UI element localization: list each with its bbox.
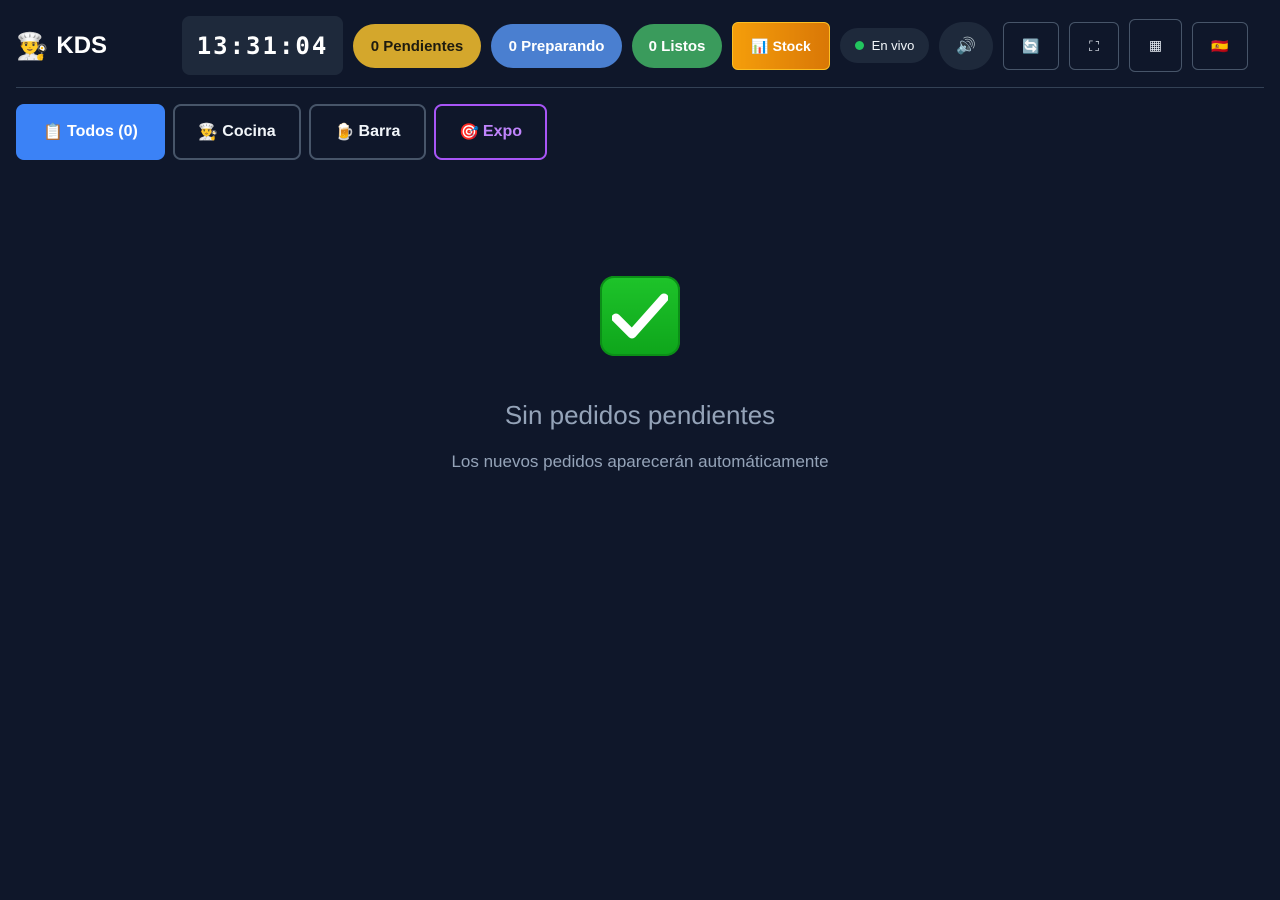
chef-icon: 👨‍🍳	[16, 31, 49, 61]
language-button[interactable]: 🇪🇸	[1192, 22, 1248, 70]
brand: 👨‍🍳 KDS	[16, 28, 107, 64]
stock-button[interactable]: 📊 Stock	[732, 22, 830, 70]
stock-label: Stock	[772, 38, 811, 54]
grid-view-button[interactable]: ▦	[1129, 19, 1182, 72]
empty-state-subtitle: Los nuevos pedidos aparecerán automática…	[451, 452, 829, 471]
tab-expo[interactable]: 🎯 Expo	[434, 104, 547, 160]
check-mark-icon	[600, 276, 680, 356]
live-label: En vivo	[871, 38, 915, 53]
chef-icon: 👨‍🍳	[198, 124, 219, 141]
target-icon: 🎯	[458, 124, 479, 141]
empty-state-title: Sin pedidos pendientes	[504, 400, 776, 430]
fullscreen-icon: ⛶	[1089, 37, 1099, 54]
clipboard-icon: 📋	[43, 124, 64, 141]
chart-icon: 📊	[751, 37, 769, 54]
sound-toggle-button[interactable]: 🔊	[939, 22, 993, 70]
beer-icon: 🍺	[334, 124, 355, 141]
refresh-icon: 🔄	[1022, 37, 1040, 54]
tab-all[interactable]: 📋 Todos (0)	[16, 104, 165, 160]
tab-kitchen[interactable]: 👨‍🍳 Cocina	[173, 104, 301, 160]
pending-counter-button[interactable]: 0 Pendientes	[353, 24, 481, 68]
fullscreen-button[interactable]: ⛶	[1069, 22, 1119, 70]
live-status-badge: En vivo	[840, 28, 929, 63]
preparing-counter-button[interactable]: 0 Preparando	[491, 24, 622, 68]
live-dot-icon	[854, 41, 864, 50]
refresh-button[interactable]: 🔄	[1003, 22, 1059, 70]
tab-all-label: Todos (0)	[67, 123, 138, 140]
ready-counter-button[interactable]: 0 Listos	[632, 24, 722, 68]
grid-icon: ▦	[1148, 37, 1163, 53]
speaker-icon: 🔊	[956, 38, 976, 55]
brand-title: KDS	[56, 32, 108, 59]
tab-expo-label: Expo	[482, 123, 523, 140]
clock: 13:31:04	[182, 16, 343, 75]
tab-bar[interactable]: 🍺 Barra	[309, 104, 426, 160]
spain-flag-icon: 🇪🇸	[1211, 37, 1229, 54]
tab-bar-label: Barra	[358, 123, 401, 140]
tab-kitchen-label: Cocina	[222, 123, 276, 140]
check-mark-glyph	[612, 293, 668, 339]
